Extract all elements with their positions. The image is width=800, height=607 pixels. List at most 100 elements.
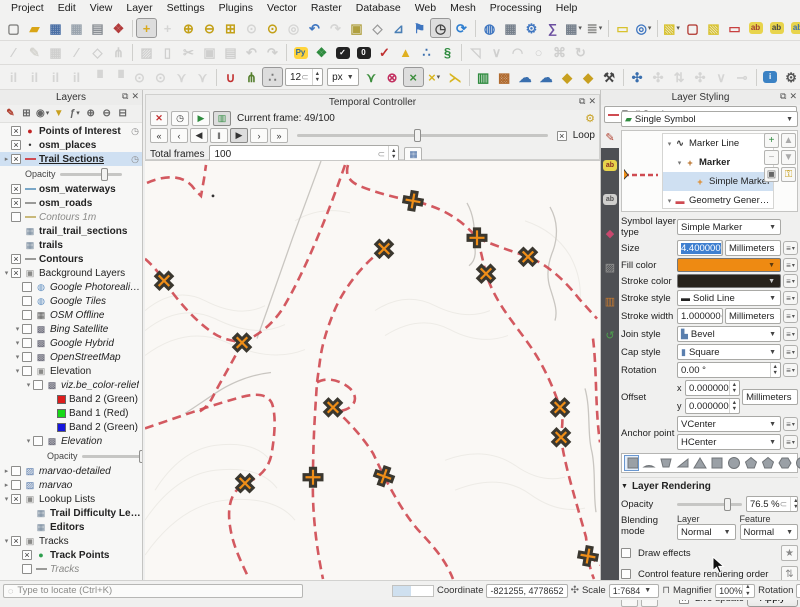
layer-item-trail-trail-sections[interactable]: ▦trail_trail_sections (0, 224, 142, 238)
layer-item-lookup-lists[interactable]: ▾×▣Lookup Lists (0, 492, 142, 506)
layer-checkbox[interactable] (33, 380, 43, 390)
layer-checkbox[interactable]: × (11, 140, 21, 150)
menu-view[interactable]: View (83, 1, 120, 15)
expander-icon[interactable]: ▸ (2, 155, 11, 163)
expand-all-icon[interactable]: ⊕ (83, 106, 98, 121)
layer-checkbox[interactable] (33, 436, 43, 446)
layer-checkbox[interactable]: × (11, 536, 21, 546)
offset-unit-combo[interactable]: Millimeters▼ (742, 389, 798, 405)
slider-handle[interactable] (139, 450, 142, 463)
loop-checkbox[interactable]: × (557, 131, 567, 141)
plugin-check-red-icon[interactable]: ✓ (374, 43, 395, 63)
layer-checkbox[interactable]: × (11, 154, 21, 164)
slider-handle[interactable] (101, 168, 108, 181)
rotate-feature-icon[interactable]: ↻ (570, 43, 591, 63)
new-project-icon[interactable]: ▢ (3, 18, 24, 38)
data-defined-override-button[interactable]: ≡ (783, 241, 798, 255)
coordinate-input[interactable]: -821255, 4778652 (486, 584, 567, 598)
trail-waypoint-marker[interactable] (578, 546, 599, 567)
expander-icon[interactable]: ▾ (13, 353, 22, 361)
show-layout-manager-icon[interactable]: ▤ (87, 18, 108, 38)
tab-transparency[interactable]: ▨ (601, 254, 619, 280)
open-table-dropdown-icon[interactable]: ▦▾ (563, 18, 584, 38)
trail-waypoint-marker[interactable] (371, 236, 396, 261)
scale-combo[interactable]: 1:7684▼ (609, 584, 659, 598)
label-pin-icon[interactable]: ab (787, 18, 800, 38)
expander-icon[interactable]: ▾ (665, 140, 674, 148)
current-edits-icon[interactable]: ∕ (3, 43, 24, 63)
layer-checkbox[interactable] (22, 366, 32, 376)
trail-waypoint-marker[interactable] (320, 395, 345, 420)
trail-waypoint-marker[interactable] (515, 244, 540, 269)
layer-checkbox[interactable]: × (22, 550, 32, 560)
zoom-native-icon[interactable]: ◎ (283, 18, 304, 38)
temporal-animated-button[interactable]: ▶ (192, 111, 210, 126)
layer-checkbox[interactable]: × (11, 126, 21, 136)
skip-to-end-button[interactable]: » (270, 128, 288, 143)
map-extent-icon[interactable]: ✣ (571, 585, 579, 596)
layer-item-points-of-interest[interactable]: ×●Points of Interest◷ (0, 124, 142, 138)
magnifier-spinbox[interactable]: 100% ▲▼ (715, 584, 755, 598)
shape-option-circle[interactable] (726, 455, 741, 471)
vertex-tool-icon[interactable]: ⋔ (108, 43, 129, 63)
layer-item-osm-roads[interactable]: ×osm_roads (0, 196, 142, 210)
layer-blend-combo[interactable]: Normal▼ (677, 524, 736, 540)
label-highlight-2-icon[interactable]: ab (766, 18, 787, 38)
elevation-cube-2-icon[interactable]: ◆ (578, 67, 599, 87)
new-map-view-icon[interactable]: ▣ (346, 18, 367, 38)
pan-to-selection-icon[interactable]: + (157, 18, 178, 38)
offset-x-spinbox[interactable]: 0.000000▲▼ (685, 380, 740, 396)
refresh-map-icon[interactable]: ⟳ (451, 18, 472, 38)
layer-item-viz-be-color-relief[interactable]: ▾▩viz.be_color-relief (0, 378, 142, 392)
circle-digitize-icon[interactable]: ○ (528, 43, 549, 63)
menu-vector[interactable]: Vector (260, 1, 304, 15)
layer-item-band-2-green-[interactable]: Band 2 (Green) (0, 420, 142, 434)
manage-map-themes-icon[interactable]: ◉▾ (35, 106, 50, 121)
filter-by-expression-icon[interactable]: ƒ▾ (67, 106, 82, 121)
expander-icon[interactable]: ▸ (2, 481, 11, 489)
save-project-as-icon[interactable]: ▦ (66, 18, 87, 38)
locator-input[interactable]: ◌ Type to locate (Ctrl+K) (3, 584, 303, 598)
control-order-checkbox[interactable] (621, 569, 631, 579)
tab-history[interactable]: ↺ (601, 322, 619, 348)
menu-project[interactable]: Project (4, 1, 51, 15)
select-features-icon[interactable]: ▧▾ (661, 18, 682, 38)
rotate-label-icon[interactable]: ✣ (690, 67, 711, 87)
draw-effects-checkbox[interactable] (621, 548, 631, 558)
play-backward-button[interactable]: ◀ (190, 128, 208, 143)
plugin-zero-black-icon[interactable]: 0 (353, 43, 374, 63)
layer-item-elevation[interactable]: ▾▩Elevation (0, 434, 142, 448)
snapping-units-combo[interactable]: px▼ (327, 68, 359, 86)
shape-option-arc[interactable] (641, 455, 656, 471)
layer-item-background-layers[interactable]: ▾×▣Background Layers (0, 266, 142, 280)
menu-processing[interactable]: Processing (483, 1, 549, 15)
redo-icon[interactable]: ↷ (262, 43, 283, 63)
trail-waypoint-marker[interactable] (372, 465, 395, 488)
menu-mesh[interactable]: Mesh (443, 1, 483, 15)
layer-checkbox[interactable] (22, 310, 32, 320)
step-back-button[interactable]: ‹ (170, 128, 188, 143)
lock-color-button[interactable]: ⚿ (781, 167, 796, 182)
plugin-manager-icon[interactable]: ❖ (311, 43, 332, 63)
renderer-combo[interactable]: ▰ Single Symbol ▼ (621, 111, 798, 127)
layer-opacity-slider[interactable] (60, 173, 122, 176)
join-style-combo[interactable]: ▙Bevel▼ (677, 326, 781, 342)
menu-settings[interactable]: Settings (160, 1, 212, 15)
layer-item-osm-waterways[interactable]: ×osm_waterways (0, 182, 142, 196)
unit-combo[interactable]: Millimeters▼ (725, 308, 781, 324)
data-defined-override-button[interactable]: ≡ (783, 327, 798, 341)
expander-icon[interactable]: ▾ (2, 495, 11, 503)
layer-checkbox[interactable]: × (11, 254, 21, 264)
layer-item-tracks[interactable]: Tracks (0, 562, 142, 576)
copy-features-icon[interactable]: ▣ (199, 43, 220, 63)
temporal-slider[interactable] (297, 134, 548, 137)
layer-item-contours[interactable]: ×Contours (0, 252, 142, 266)
layer-item-marvao[interactable]: ▸▨marvao (0, 478, 142, 492)
zoom-last-icon[interactable]: ↶ (304, 18, 325, 38)
metasearch-icon[interactable]: ◎▾ (633, 18, 654, 38)
zoom-to-selection-icon[interactable]: ⊙ (241, 18, 262, 38)
toggle-editing-icon[interactable]: ✎ (24, 43, 45, 63)
layer-item-elevation[interactable]: ▾▣Elevation (0, 364, 142, 378)
point-cloud-1-icon[interactable]: ☁ (515, 67, 536, 87)
effects-settings-button[interactable]: ★ (781, 545, 798, 561)
